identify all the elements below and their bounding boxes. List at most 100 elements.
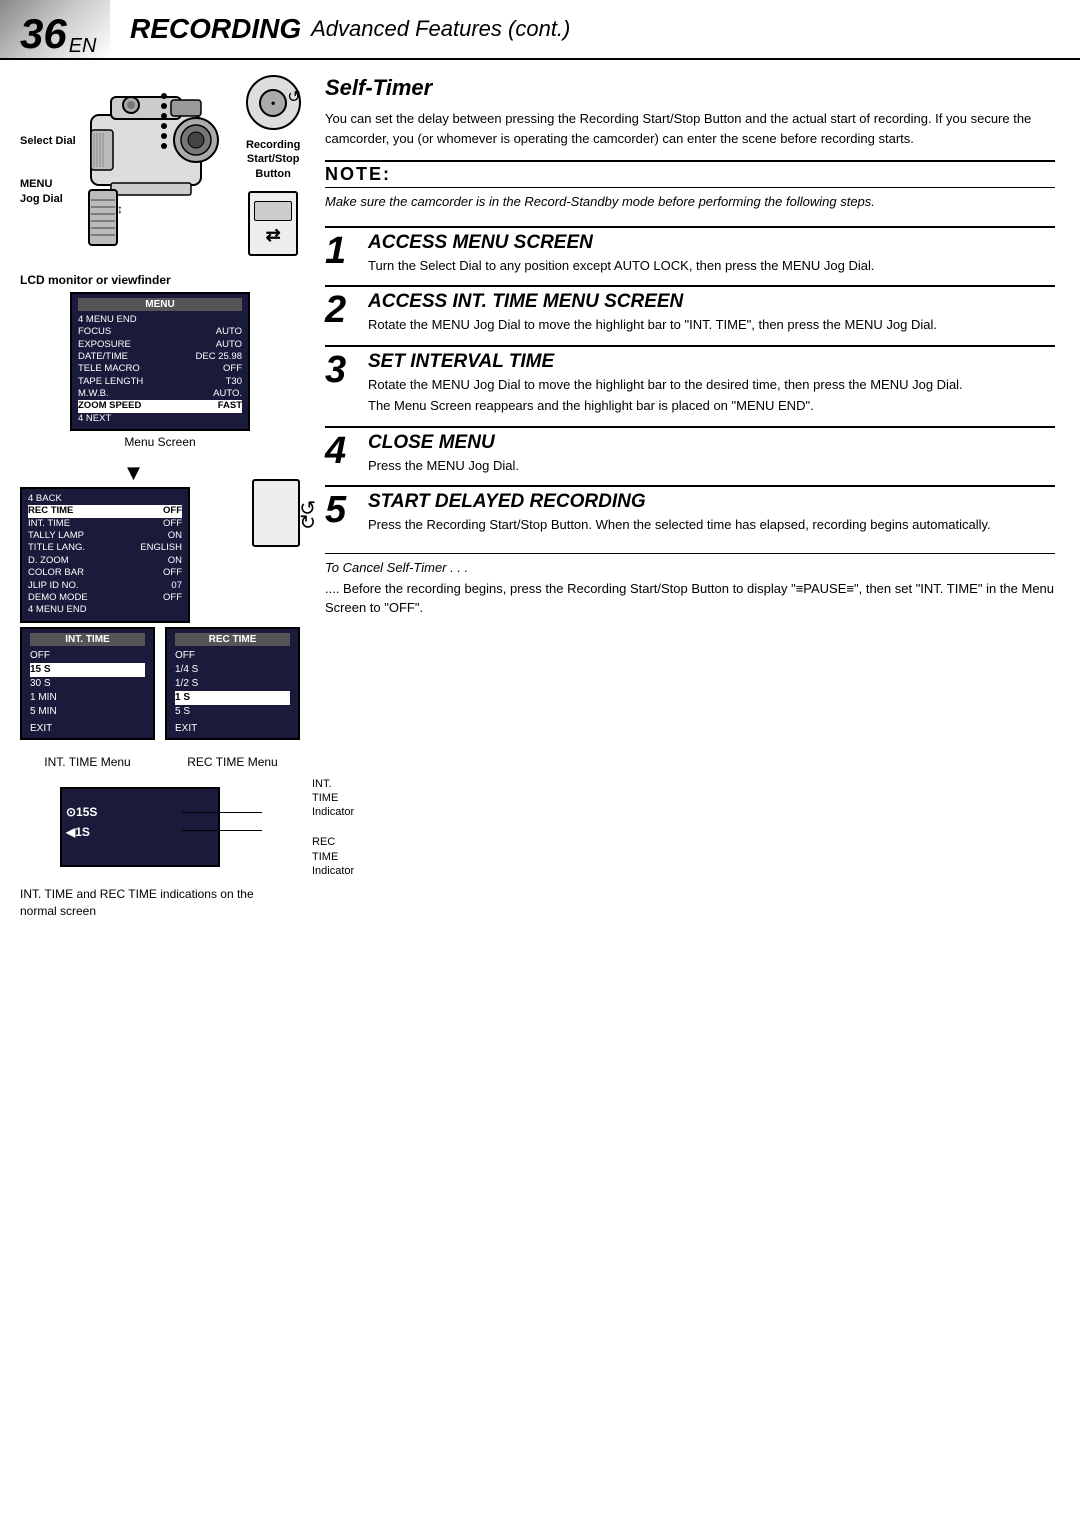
menu1-row-5: TAPE LENGTHT30 [78,376,242,388]
menu2-row-9: 4 MENU END [28,604,182,616]
rec-time-indicator: ◀1S [66,825,214,839]
menu2-row-3: TALLY LAMPON [28,530,182,542]
cassette-box: ⇄ [248,191,298,256]
indicator-line-int [182,812,262,813]
step-2-num: 2 [325,291,360,329]
time-boxes-row: INT. TIME OFF 15 S 30 S 1 MIN 5 MIN EXIT… [20,627,300,740]
cassette-arrows: ⇄ [266,225,281,246]
step-3-desc2: The Menu Screen reappears and the highli… [368,396,1055,416]
step-3-title: SET INTERVAL TIME [368,351,1055,373]
menu1-title: MENU [78,298,242,311]
int-off: OFF [30,649,145,663]
step-2-desc: Rotate the MENU Jog Dial to move the hig… [368,315,1055,335]
select-dial-label: Select Dial [20,135,76,147]
rec-time-box: REC TIME OFF 1/4 S 1/2 S 1 S 5 S EXIT [165,627,300,740]
menu1-row-8: 4 NEXT [78,413,242,425]
camcorder-diagram: Select Dial MENUJog Dial [20,75,300,263]
int-time-menu-label: INT. TIME Menu [20,755,155,769]
menu-screen-1: MENU 4 MENU END FOCUSAUTO EXPOSUREAUTO D… [70,292,250,431]
step-1-title: ACCESS MENU SCREEN [368,232,1055,254]
step-4-header: 4 CLOSE MENU Press the MENU Jog Dial. [325,432,1055,476]
menu1-row-0: 4 MENU END [78,314,242,326]
normal-screen-wrapper: ⊙15S ◀1S [20,787,220,867]
menu2-row-8: DEMO MODEOFF [28,592,182,604]
rec-1s-highlighted: 1 S [175,691,290,705]
menu2-row-2: INT. TIMEOFF [28,518,182,530]
menu1-row-6: M.W.B.AUTO. [78,388,242,400]
step-1-header: 1 ACCESS MENU SCREEN Turn the Select Dia… [325,232,1055,276]
step-1-desc: Turn the Select Dial to any position exc… [368,256,1055,276]
left-column: Select Dial MENUJog Dial [0,60,310,935]
jog-dial-center: ● [271,98,276,107]
normal-screen-box: ⊙15S ◀1S [60,787,220,867]
int-time-title: INT. TIME [30,633,145,646]
page-header: 36EN RECORDING Advanced Features (cont.) [0,0,1080,60]
rec-time-menu-label: REC TIME Menu [165,755,300,769]
step-1-block: 1 ACCESS MENU SCREEN Turn the Select Dia… [325,226,1055,284]
cassette-top [254,201,292,221]
rec-half: 1/2 S [175,677,290,691]
step-5-desc: Press the Recording Start/Stop Button. W… [368,515,1055,535]
indicator-line-rec [182,830,262,831]
cancel-text: .... Before the recording begins, press … [325,579,1055,618]
cancel-section: To Cancel Self-Timer . . . .... Before t… [325,553,1055,618]
step-4-title-col: CLOSE MENU Press the MENU Jog Dial. [368,432,1055,476]
time-box-labels: INT. TIME Menu REC TIME Menu [20,755,300,769]
rec-quarter: 1/4 S [175,663,290,677]
menu2-row-0: 4 BACK [28,493,182,505]
step-3-desc: Rotate the MENU Jog Dial to move the hig… [368,375,1055,395]
step-5-header: 5 START DELAYED RECORDING Press the Reco… [325,491,1055,535]
cam-left-labels: Select Dial MENUJog Dial [20,75,76,208]
cam-row: Select Dial MENUJog Dial [20,75,300,263]
int-1min: 1 MIN [30,691,145,705]
menu1-row-3: DATE/TIMEDEC 25.98 [78,351,242,363]
int-exit: EXIT [30,723,145,734]
int-time-box: INT. TIME OFF 15 S 30 S 1 MIN 5 MIN EXIT [20,627,155,740]
arc-arrow: ↺ [287,87,300,107]
step-2-title: ACCESS INT. TIME MENU SCREEN [368,291,1055,313]
step-4-num: 4 [325,432,360,470]
menu2-col: ▼ 4 BACK REC TIMEOFF INT. TIMEOFF TALLY … [20,459,247,626]
note-title: NOTE: [325,160,1055,188]
step-3-title-col: SET INTERVAL TIME Rotate the MENU Jog Di… [368,351,1055,395]
rec-5s: 5 S [175,705,290,719]
step-2-header: 2 ACCESS INT. TIME MENU SCREEN Rotate th… [325,291,1055,335]
rec-off: OFF [175,649,290,663]
cancel-title: To Cancel Self-Timer . . . [325,560,1055,575]
normal-screen-area: ⊙15S ◀1S INT. TIMEIndicator REC TIMEIndi… [20,777,300,920]
note-section: NOTE: Make sure the camcorder is in the … [325,160,1055,212]
menu2-row-4: TITLE LANG.ENGLISH [28,542,182,554]
step-3-num: 3 [325,351,360,389]
menu2-row-1-highlighted: REC TIMEOFF [28,505,182,517]
int-30s: 30 S [30,677,145,691]
rec-time-title: REC TIME [175,633,290,646]
step-1-title-col: ACCESS MENU SCREEN Turn the Select Dial … [368,232,1055,276]
menu-screen-1-label: Menu Screen [20,435,300,449]
step-5-block: 5 START DELAYED RECORDING Press the Reco… [325,485,1055,543]
step-3-block: 3 SET INTERVAL TIME Rotate the MENU Jog … [325,345,1055,424]
note-text: Make sure the camcorder is in the Record… [325,192,1055,212]
lcd-label: LCD monitor or viewfinder [20,273,300,287]
menu-jog-label: MENUJog Dial [20,177,76,208]
int-15s-highlighted: 15 S [30,663,145,677]
step-1-num: 1 [325,232,360,270]
menu2-row-5: D. ZOOMON [28,555,182,567]
step-5-title: START DELAYED RECORDING [368,491,1055,513]
flow-arrow-1: ▼ [20,462,247,484]
step-4-desc: Press the MENU Jog Dial. [368,456,1055,476]
second-menu-area: ▼ 4 BACK REC TIMEOFF INT. TIMEOFF TALLY … [20,459,300,626]
svg-text:↕: ↕ [117,202,123,216]
camcorder-illustration: ↕ [81,75,241,263]
menu-screen-2: 4 BACK REC TIMEOFF INT. TIMEOFF TALLY LA… [20,487,190,622]
step-2-title-col: ACCESS INT. TIME MENU SCREEN Rotate the … [368,291,1055,335]
step-3-header: 3 SET INTERVAL TIME Rotate the MENU Jog … [325,351,1055,395]
menu1-row-2: EXPOSUREAUTO [78,339,242,351]
step-5-num: 5 [325,491,360,529]
jog-dial-inner: ● [259,89,287,117]
page-title: RECORDING Advanced Features (cont.) [110,0,1080,58]
step-4-block: 4 CLOSE MENU Press the MENU Jog Dial. [325,426,1055,484]
dotted-line [161,93,167,149]
second-jog-dial: ↺ ↻ [252,459,300,547]
int-5min: 5 MIN [30,705,145,719]
jog-dial-rect: ↺ ↻ [252,479,300,547]
